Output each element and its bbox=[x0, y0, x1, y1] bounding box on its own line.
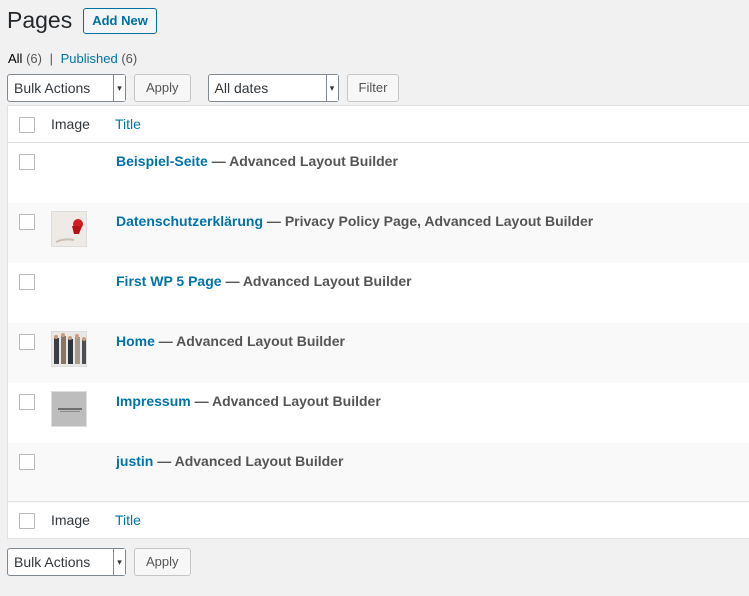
view-published-link[interactable]: Published bbox=[61, 51, 118, 66]
row-post-states: — Advanced Layout Builder bbox=[154, 333, 345, 349]
select-all-checkbox-footer[interactable] bbox=[19, 513, 35, 529]
add-new-button[interactable]: Add New bbox=[83, 8, 157, 34]
row-post-states: — Privacy Policy Page, Advanced Layout B… bbox=[263, 213, 594, 229]
pages-table: Image Title Beispiel-Seite — Advanced La… bbox=[7, 105, 749, 539]
row-title: First WP 5 Page — Advanced Layout Builde… bbox=[116, 273, 412, 289]
chevron-down-icon: ▾ bbox=[113, 75, 125, 101]
row-post-states: — Advanced Layout Builder bbox=[207, 153, 398, 169]
select-all-checkbox[interactable] bbox=[19, 117, 35, 133]
view-published-count: (6) bbox=[121, 51, 138, 66]
row-title: Home — Advanced Layout Builder bbox=[116, 333, 345, 349]
thumbnail-image[interactable] bbox=[51, 331, 87, 367]
date-filter-select[interactable]: All dates ▾ bbox=[207, 74, 339, 102]
column-image-header: Image bbox=[51, 116, 90, 132]
row-title: justin — Advanced Layout Builder bbox=[116, 453, 343, 469]
row-title-link[interactable]: Datenschutzerklärung bbox=[116, 213, 263, 229]
bulk-actions-select[interactable]: Bulk Actions ▾ bbox=[7, 74, 126, 102]
apply-button-bottom[interactable]: Apply bbox=[134, 548, 191, 576]
column-title-header[interactable]: Title bbox=[115, 116, 141, 132]
filter-button[interactable]: Filter bbox=[346, 74, 400, 102]
column-image-footer: Image bbox=[51, 512, 90, 528]
row-checkbox[interactable] bbox=[19, 274, 35, 290]
table-header: Image Title bbox=[8, 106, 749, 143]
row-checkbox[interactable] bbox=[19, 454, 35, 470]
view-separator: | bbox=[49, 51, 53, 66]
row-post-states: — Advanced Layout Builder bbox=[190, 393, 381, 409]
row-title-link[interactable]: Home bbox=[116, 333, 155, 349]
bulk-actions-value: Bulk Actions bbox=[14, 80, 91, 96]
row-checkbox[interactable] bbox=[19, 154, 35, 170]
view-all-count: (6) bbox=[26, 51, 42, 66]
row-title: Datenschutzerklärung — Privacy Policy Pa… bbox=[116, 213, 593, 229]
table-row: Home — Advanced Layout Builder bbox=[8, 323, 749, 383]
row-title-link[interactable]: Beispiel-Seite bbox=[116, 153, 208, 169]
row-title-link[interactable]: Impressum bbox=[116, 393, 191, 409]
chevron-down-icon: ▾ bbox=[113, 549, 125, 575]
row-title-link[interactable]: justin bbox=[116, 453, 153, 469]
table-footer: Image Title bbox=[8, 501, 749, 538]
row-checkbox[interactable] bbox=[19, 334, 35, 350]
table-row: Impressum — Advanced Layout Builder bbox=[8, 383, 749, 443]
tablenav-bottom: Bulk Actions ▾ Apply bbox=[7, 548, 191, 576]
column-title-footer[interactable]: Title bbox=[115, 512, 141, 528]
table-row: Datenschutzerklärung — Privacy Policy Pa… bbox=[8, 203, 749, 263]
row-checkbox[interactable] bbox=[19, 214, 35, 230]
tablenav-top: Bulk Actions ▾ Apply All dates ▾ Filter bbox=[7, 74, 400, 102]
table-row: justin — Advanced Layout Builder bbox=[8, 443, 749, 503]
row-title: Beispiel-Seite — Advanced Layout Builder bbox=[116, 153, 398, 169]
table-row: First WP 5 Page — Advanced Layout Builde… bbox=[8, 263, 749, 323]
row-title-link[interactable]: First WP 5 Page bbox=[116, 273, 222, 289]
view-filters: All (6) | Published (6) bbox=[8, 51, 137, 66]
apply-button[interactable]: Apply bbox=[134, 74, 191, 102]
view-all-link[interactable]: All bbox=[8, 51, 22, 66]
date-filter-value: All dates bbox=[214, 80, 269, 96]
page-header: Pages Add New bbox=[7, 6, 157, 34]
bulk-actions-value: Bulk Actions bbox=[14, 554, 91, 570]
thumbnail-image[interactable] bbox=[51, 211, 87, 247]
row-title: Impressum — Advanced Layout Builder bbox=[116, 393, 381, 409]
bulk-actions-select-bottom[interactable]: Bulk Actions ▾ bbox=[7, 548, 126, 576]
page-title: Pages bbox=[7, 7, 73, 33]
row-post-states: — Advanced Layout Builder bbox=[153, 453, 344, 469]
chevron-down-icon: ▾ bbox=[325, 75, 338, 101]
table-row: Beispiel-Seite — Advanced Layout Builder bbox=[8, 143, 749, 203]
row-checkbox[interactable] bbox=[19, 394, 35, 410]
row-post-states: — Advanced Layout Builder bbox=[221, 273, 412, 289]
thumbnail-image[interactable] bbox=[51, 391, 87, 427]
